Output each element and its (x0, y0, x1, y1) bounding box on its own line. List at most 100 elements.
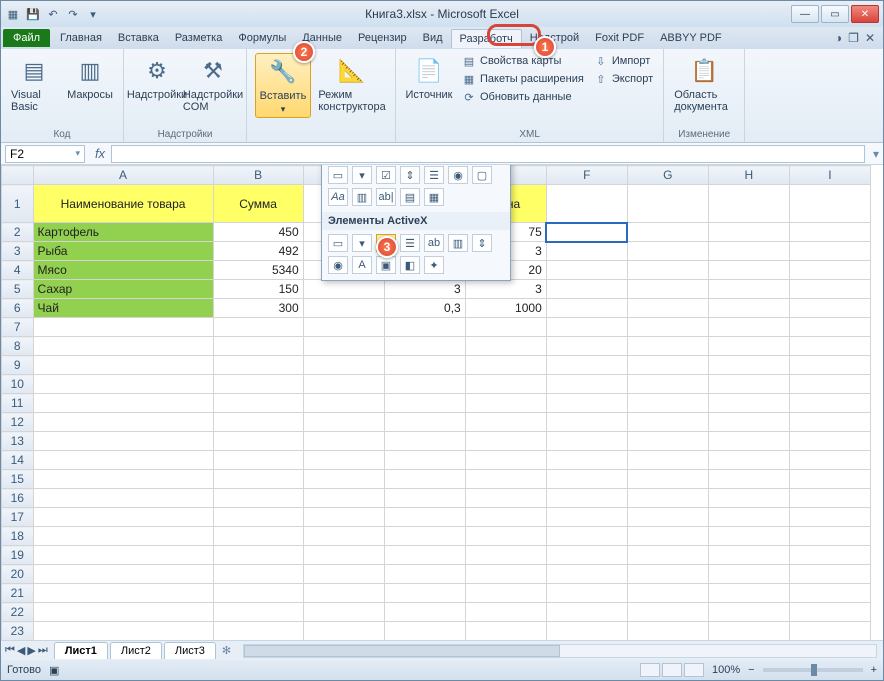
col-header-F[interactable]: F (546, 166, 627, 185)
cell[interactable] (708, 261, 789, 280)
sheet-tab-1[interactable]: Лист1 (54, 642, 108, 659)
refresh-data-button[interactable]: ⟳Обновить данные (460, 89, 586, 105)
cell[interactable] (33, 356, 213, 375)
cell[interactable] (627, 451, 708, 470)
cell[interactable] (303, 413, 384, 432)
cell[interactable] (789, 299, 870, 318)
sheet-nav-next-icon[interactable]: ▶ (27, 644, 35, 657)
cell[interactable] (33, 451, 213, 470)
ax-scrollbar-icon[interactable]: ▥ (448, 234, 468, 252)
table-row[interactable]: 6 Чай 300 0,3 1000 (2, 299, 871, 318)
cell[interactable] (384, 584, 465, 603)
row-header[interactable]: 21 (2, 584, 34, 603)
fx-button[interactable]: fx (89, 146, 111, 161)
cell[interactable] (213, 527, 303, 546)
row-header[interactable]: 6 (2, 299, 34, 318)
addins-button[interactable]: ⚙ Надстройки (132, 53, 182, 103)
cell[interactable] (789, 242, 870, 261)
tab-foxitpdf[interactable]: Foxit PDF (587, 29, 652, 47)
cell[interactable] (465, 394, 546, 413)
cell[interactable] (627, 185, 708, 223)
cell[interactable] (384, 432, 465, 451)
table-row[interactable]: 13 (2, 432, 871, 451)
row-header[interactable]: 9 (2, 356, 34, 375)
table-row[interactable]: 21 (2, 584, 871, 603)
form-groupbox-icon[interactable]: ▢ (472, 166, 492, 184)
row-header[interactable]: 11 (2, 394, 34, 413)
cell[interactable] (213, 565, 303, 584)
table-row[interactable]: 14 (2, 451, 871, 470)
cell[interactable] (465, 527, 546, 546)
cell[interactable] (465, 451, 546, 470)
cell[interactable] (213, 318, 303, 337)
cell[interactable] (33, 413, 213, 432)
cell[interactable] (546, 375, 627, 394)
cell[interactable] (303, 451, 384, 470)
cell[interactable] (546, 337, 627, 356)
col-header-H[interactable]: H (708, 166, 789, 185)
cell[interactable] (708, 318, 789, 337)
ax-spinbutton-icon[interactable]: ⇕ (472, 234, 492, 252)
cell[interactable] (465, 356, 546, 375)
cell[interactable] (789, 394, 870, 413)
cell[interactable] (708, 299, 789, 318)
cell[interactable] (708, 375, 789, 394)
cell[interactable] (213, 584, 303, 603)
map-properties-button[interactable]: ▤Свойства карты (460, 53, 586, 69)
tab-view[interactable]: Вид (415, 29, 451, 47)
cell[interactable] (789, 565, 870, 584)
cell[interactable] (627, 356, 708, 375)
cell[interactable] (213, 603, 303, 622)
cell[interactable] (465, 470, 546, 489)
cell[interactable] (33, 489, 213, 508)
cell[interactable] (708, 584, 789, 603)
cell[interactable] (627, 375, 708, 394)
form-combobox-icon[interactable]: ▾ (352, 166, 372, 184)
cell[interactable] (213, 470, 303, 489)
cell[interactable] (384, 622, 465, 641)
row-header[interactable]: 3 (2, 242, 34, 261)
cell[interactable] (708, 622, 789, 641)
cell[interactable] (708, 470, 789, 489)
cell[interactable] (303, 565, 384, 584)
cell[interactable] (708, 603, 789, 622)
view-page-break-icon[interactable] (684, 663, 704, 677)
cell[interactable] (303, 318, 384, 337)
cell[interactable] (546, 584, 627, 603)
cell[interactable] (789, 508, 870, 527)
table-row[interactable]: 12 (2, 413, 871, 432)
cell[interactable] (33, 432, 213, 451)
row-header[interactable]: 18 (2, 527, 34, 546)
cell[interactable] (627, 622, 708, 641)
cell[interactable]: 0,3 (384, 299, 465, 318)
table-row[interactable]: 18 (2, 527, 871, 546)
table-row[interactable]: 5 Сахар 150 3 3 (2, 280, 871, 299)
cell[interactable] (303, 546, 384, 565)
ax-option-button-icon[interactable]: ◉ (328, 256, 348, 274)
cell[interactable] (546, 565, 627, 584)
cell[interactable] (384, 527, 465, 546)
cell[interactable]: 300 (213, 299, 303, 318)
workbook-close-icon[interactable]: ✕ (865, 31, 875, 45)
cell[interactable] (708, 432, 789, 451)
sheet-tab-3[interactable]: Лист3 (164, 642, 216, 659)
cell[interactable] (627, 603, 708, 622)
cell[interactable] (213, 432, 303, 451)
form-checkbox-icon[interactable]: ☑ (376, 166, 396, 184)
cell[interactable] (789, 489, 870, 508)
cell[interactable] (627, 280, 708, 299)
com-addins-button[interactable]: ⚒ Надстройки COM (188, 53, 238, 115)
cell[interactable] (384, 508, 465, 527)
cell[interactable] (546, 622, 627, 641)
form-scrollbar-icon[interactable]: ▥ (352, 188, 372, 206)
cell[interactable] (384, 451, 465, 470)
new-sheet-icon[interactable]: ✻ (216, 644, 237, 657)
cell[interactable] (708, 223, 789, 242)
cell[interactable] (627, 242, 708, 261)
cell[interactable] (384, 394, 465, 413)
cell[interactable] (303, 584, 384, 603)
cell[interactable] (789, 470, 870, 489)
cell[interactable] (789, 375, 870, 394)
row-header[interactable]: 13 (2, 432, 34, 451)
ribbon-minimize-icon[interactable]: ❐ (848, 31, 859, 45)
